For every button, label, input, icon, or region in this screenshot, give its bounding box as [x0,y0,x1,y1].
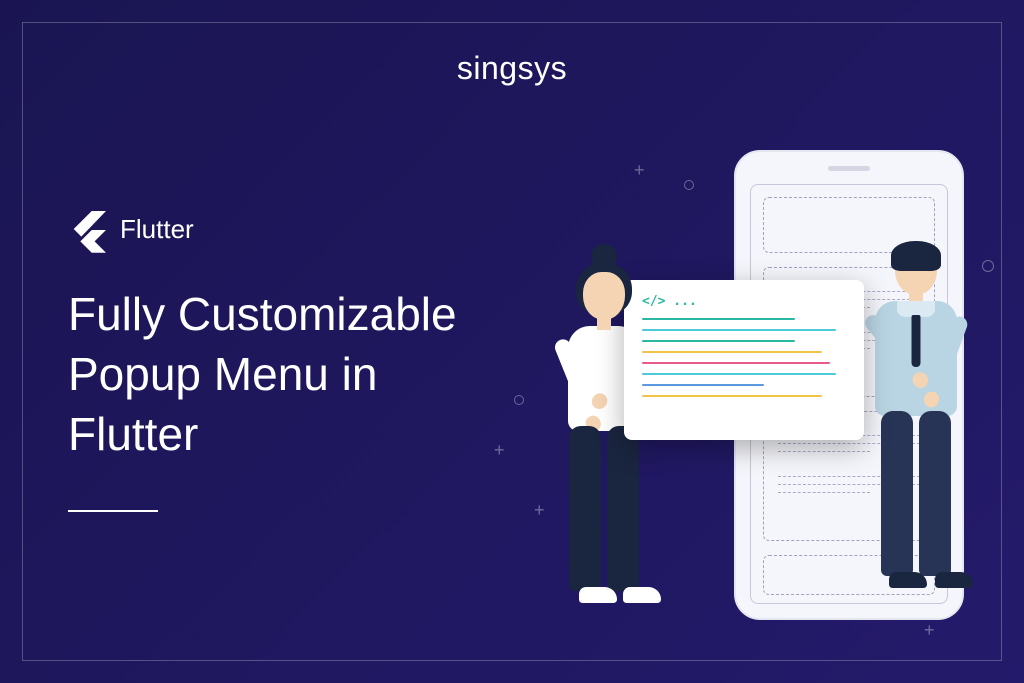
plus-icon: + [494,440,505,461]
headline-line-2: Popup Menu in [68,348,377,400]
headline-line-3: Flutter [68,408,198,460]
tech-label: Flutter [120,214,194,245]
code-tag: </> ... [642,294,846,309]
page-headline: Fully Customizable Popup Menu in Flutter [68,285,457,464]
circle-icon [982,260,994,272]
code-card: </> ... [624,280,864,440]
hero-illustration: + + + + [544,150,984,670]
circle-icon [684,180,694,190]
brand-logo: singsys [457,50,567,87]
plus-icon: + [534,500,545,521]
tech-badge: Flutter [68,205,194,253]
plus-icon: + [634,160,645,181]
circle-icon [514,395,524,405]
plus-icon: + [924,620,935,641]
flutter-icon [68,205,106,253]
headline-underline [68,510,158,512]
headline-line-1: Fully Customizable [68,288,457,340]
person-man [856,225,976,555]
